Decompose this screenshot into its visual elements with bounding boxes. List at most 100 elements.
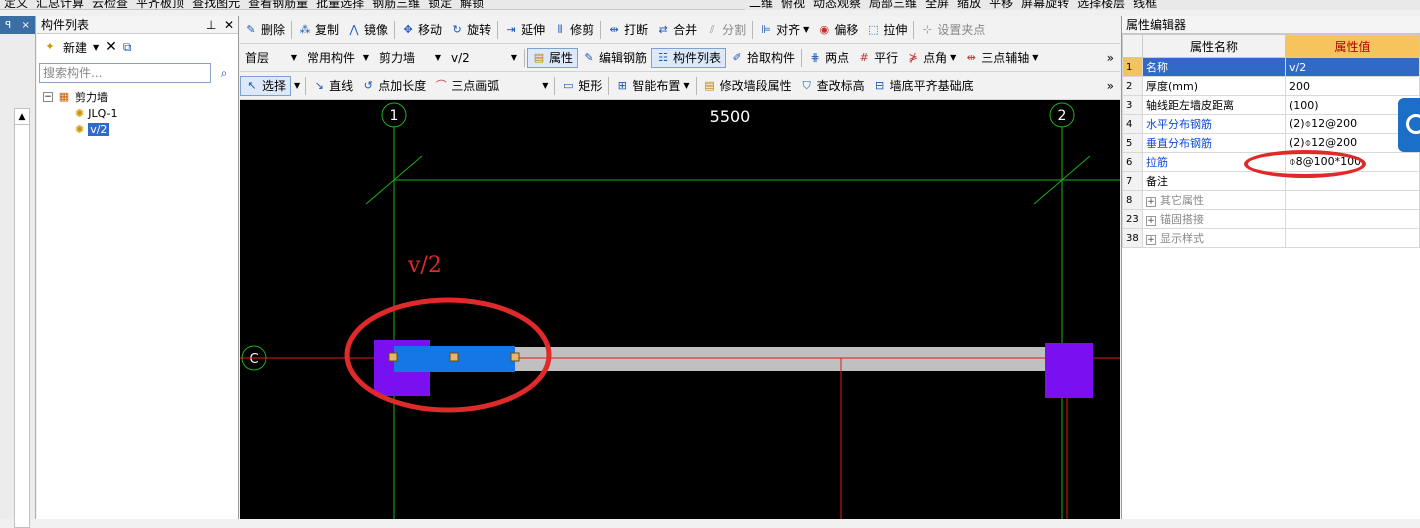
merge-button[interactable]: ⇄ 合并 — [652, 16, 701, 43]
rotate-button[interactable]: ↻ 旋转 — [446, 16, 495, 43]
property-value[interactable]: 200 — [1285, 76, 1420, 96]
menu-top-view[interactable]: 俯视 — [777, 0, 809, 10]
delete-button[interactable]: ✎ 删除 — [240, 16, 289, 43]
type-select[interactable]: 剪力墙 ▼ — [374, 48, 446, 68]
grip-start[interactable] — [388, 352, 398, 362]
expand-icon[interactable]: + — [1146, 197, 1156, 207]
three-point-axis-button[interactable]: ⇹ 三点辅轴 ▼ — [960, 44, 1042, 71]
property-group-other[interactable]: 8 + 其它属性 — [1122, 190, 1420, 210]
menu-select-floor[interactable]: 选择楼层 — [1073, 0, 1129, 10]
rectangle-icon: ▭ — [563, 78, 574, 92]
menu-rebar-3d[interactable]: 钢筋三维 — [368, 0, 424, 9]
property-value[interactable]: v/2 — [1285, 57, 1420, 77]
close-icon[interactable]: × — [21, 20, 29, 31]
tree-node-v2[interactable]: ✺ v/2 — [75, 121, 118, 137]
delete-component-icon[interactable]: ✕ — [105, 39, 117, 55]
line-button[interactable]: ↘ 直线 — [308, 72, 357, 99]
column-right[interactable] — [1045, 343, 1093, 398]
split-button[interactable]: ⫽ 分割 — [701, 16, 750, 43]
component-tree: − ▦ 剪力墙 ✺ JLQ-1 ✺ v/2 — [43, 89, 118, 137]
extend-button[interactable]: ⇥ 延伸 — [500, 16, 549, 43]
property-row-axis-offset[interactable]: 3 轴线距左墙皮距离 (100) — [1122, 95, 1420, 115]
pin-icon[interactable]: ⊥ — [206, 18, 216, 32]
search-icon[interactable]: ⌕ — [213, 63, 235, 83]
dropdown-arrow-icon[interactable]: ▼ — [93, 43, 99, 52]
drawing-canvas[interactable]: 1 2 C 5500 v/2 — [240, 100, 1120, 519]
property-row-thickness[interactable]: 2 厚度(mm) 200 — [1122, 76, 1420, 96]
row-number: 5 — [1122, 133, 1143, 153]
menu-orbit[interactable]: 动态观察 — [809, 0, 865, 10]
header-number — [1122, 34, 1143, 58]
move-button[interactable]: ✥ 移动 — [397, 16, 446, 43]
menu-2d[interactable]: 二维 — [745, 0, 777, 10]
copy-component-icon[interactable]: ⧉ — [123, 40, 132, 55]
properties-button[interactable]: ▤ 属性 — [527, 47, 579, 68]
two-point-axis-button[interactable]: ⋕ 两点 — [804, 44, 853, 71]
collapse-icon[interactable]: − — [43, 92, 53, 102]
point-angle-axis-button[interactable]: ⋡ 点角 ▼ — [902, 44, 960, 71]
side-help-tab[interactable] — [1398, 98, 1420, 152]
menu-define[interactable]: 定义 — [0, 0, 32, 9]
chevron-down-icon: ▼ — [950, 53, 957, 62]
menu-batch-select[interactable]: 批量选择 — [312, 0, 368, 9]
align-button[interactable]: ⊫ 对齐 ▼ — [755, 16, 813, 43]
left-dock-scrollbar[interactable]: ▲ — [14, 108, 30, 528]
menu-unlock[interactable]: 解锁 — [456, 0, 488, 9]
menu-fullscreen[interactable]: 全屏 — [921, 0, 953, 10]
pick-component-button[interactable]: ✐ 拾取构件 — [726, 44, 799, 71]
menu-rotate-screen[interactable]: 屏幕旋转 — [1017, 0, 1073, 10]
menu-find-element[interactable]: 查找图元 — [188, 0, 244, 9]
rectangle-button[interactable]: ▭ 矩形 — [557, 72, 606, 99]
scroll-up-icon[interactable]: ▲ — [15, 109, 29, 125]
menu-cloud-check[interactable]: 云检查 — [88, 0, 132, 9]
property-row-name[interactable]: 1 名称 v/2 — [1122, 57, 1420, 77]
pin-icon[interactable]: ꟼ — [5, 20, 11, 31]
floor-select[interactable]: 首层 ▼ — [240, 48, 302, 68]
property-row-vertical-rebar[interactable]: 5 垂直分布钢筋 (2)⌽12@200 — [1122, 133, 1420, 153]
menu-local-3d[interactable]: 局部三维 — [865, 0, 921, 10]
new-component-button[interactable]: 新建 — [63, 39, 87, 56]
trim-button[interactable]: ⫴ 修剪 — [549, 16, 598, 43]
expand-icon[interactable]: + — [1146, 235, 1156, 245]
align-wall-bottom-button[interactable]: ⊟ 墙底平齐基础底 — [869, 72, 978, 99]
copy-button[interactable]: ⁂ 复制 — [294, 16, 343, 43]
menu-summary-calc[interactable]: 汇总计算 — [32, 0, 88, 9]
tree-node-jlq1[interactable]: ✺ JLQ-1 — [75, 105, 118, 121]
grip-end[interactable] — [510, 352, 520, 362]
close-icon[interactable]: ✕ — [224, 18, 234, 32]
expand-icon[interactable]: + — [1146, 216, 1156, 226]
smart-layout-button[interactable]: ⊞ 智能布置 ▼ — [611, 72, 693, 99]
menu-lock[interactable]: 锁定 — [424, 0, 456, 9]
tree-node-shear-wall[interactable]: − ▦ 剪力墙 — [43, 89, 118, 105]
property-value — [1285, 190, 1420, 210]
break-button[interactable]: ⇹ 打断 — [603, 16, 652, 43]
toolbar-overflow-icon[interactable]: » — [1107, 51, 1120, 65]
menu-view-rebar-qty[interactable]: 查看钢筋量 — [244, 0, 312, 9]
parallel-axis-button[interactable]: # 平行 — [853, 44, 902, 71]
menu-wireframe[interactable]: 线框 — [1129, 0, 1161, 10]
three-point-arc-button[interactable]: ⌒ 三点画弧 ▼ — [430, 72, 552, 99]
stretch-button[interactable]: ⬚ 拉伸 — [862, 16, 911, 43]
edit-rebar-button[interactable]: ✎ 编辑钢筋 — [578, 44, 651, 71]
property-group-display-style[interactable]: 38 + 显示样式 — [1122, 228, 1420, 248]
modify-wall-segment-button[interactable]: ▤ 修改墙段属性 — [699, 72, 796, 99]
component-search-input[interactable]: 搜索构件... — [39, 63, 211, 83]
chevron-down-icon[interactable]: ▼ — [291, 81, 303, 90]
mirror-button[interactable]: ⋀ 镜像 — [343, 16, 392, 43]
property-row-horizontal-rebar[interactable]: 4 水平分布钢筋 (2)⌽12@200 — [1122, 114, 1420, 134]
category-select[interactable]: 常用构件 ▼ — [302, 48, 374, 68]
check-elevation-button[interactable]: ⛉ 查改标高 — [796, 72, 869, 99]
grip-mid[interactable] — [449, 352, 459, 362]
select-button[interactable]: ↖ 选择 — [240, 75, 292, 96]
menu-pan[interactable]: 平移 — [985, 0, 1017, 10]
menu-align-slab-top[interactable]: 平齐板顶 — [132, 0, 188, 9]
eraser-icon: ✎ — [246, 22, 256, 36]
menu-zoom[interactable]: 缩放 — [953, 0, 985, 10]
set-grip-button[interactable]: ⊹ 设置夹点 — [916, 16, 989, 43]
point-length-button[interactable]: ↺ 点加长度 — [357, 72, 430, 99]
toolbar-overflow-icon[interactable]: » — [1107, 79, 1120, 93]
component-list-button[interactable]: ☷ 构件列表 — [651, 47, 727, 68]
property-group-anchorage[interactable]: 23 + 锚固搭接 — [1122, 209, 1420, 229]
component-select[interactable]: v/2 ▼ — [446, 48, 522, 68]
offset-button[interactable]: ◉ 偏移 — [813, 16, 862, 43]
